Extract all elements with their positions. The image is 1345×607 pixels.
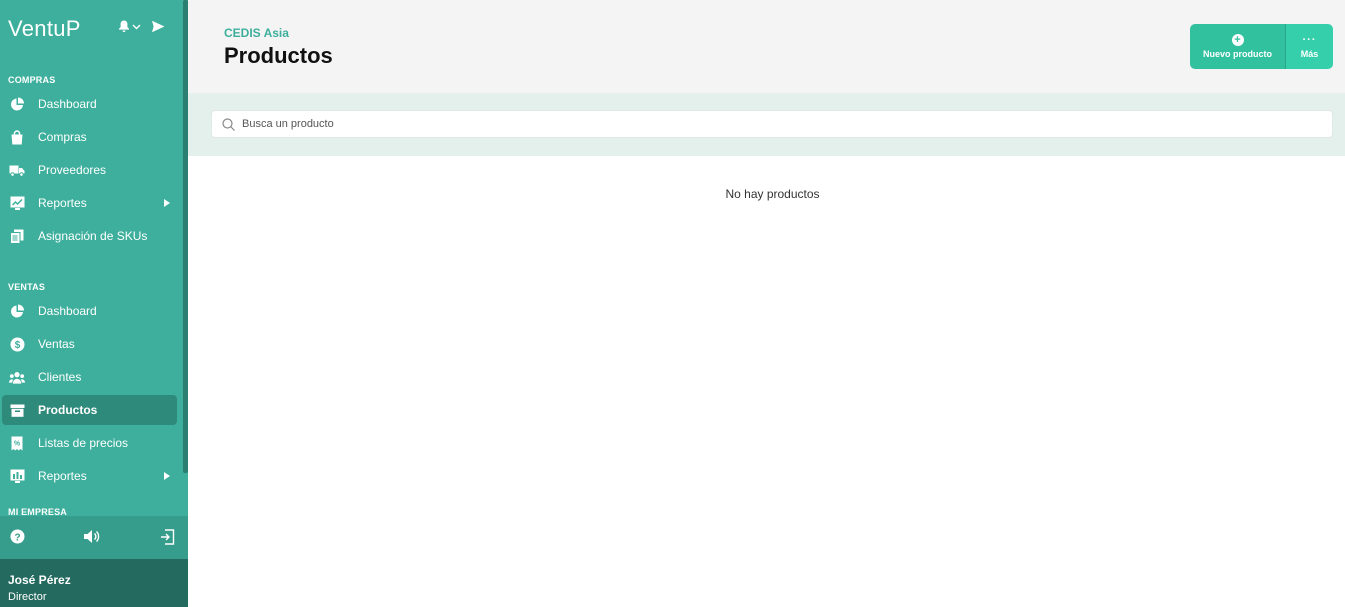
sidebar-item-label: Productos <box>38 403 98 417</box>
app-logo[interactable]: VentuP <box>8 16 81 42</box>
users-icon <box>9 369 25 385</box>
sidebar-item-ventas-reportes[interactable]: Reportes <box>2 461 177 491</box>
page-title: Productos <box>224 43 333 68</box>
submenu-arrow-icon <box>164 199 170 207</box>
search-icon <box>222 118 235 136</box>
sidebar-item-asignacion-skus[interactable]: Asignación de SKUs <box>2 221 177 251</box>
sidebar-item-label: Proveedores <box>38 163 107 177</box>
more-button[interactable]: ··· Más <box>1285 24 1333 69</box>
help-icon[interactable]: ? <box>10 529 25 549</box>
breadcrumb[interactable]: CEDIS Asia <box>224 26 289 40</box>
bell-icon <box>119 20 129 32</box>
new-product-button[interactable]: + Nuevo producto <box>1190 24 1285 69</box>
sidebar-item-label: Clientes <box>38 370 82 384</box>
sidebar-item-label: Reportes <box>38 196 87 210</box>
sidebar-item-productos[interactable]: Productos <box>2 395 177 425</box>
svg-text:%: % <box>14 440 21 447</box>
section-label-compras: COMPRAS <box>8 75 56 85</box>
sidebar-item-label: Listas de precios <box>38 436 129 450</box>
archive-box-icon <box>9 402 25 418</box>
page-header: CEDIS Asia Productos + Nuevo producto ··… <box>188 0 1345 93</box>
send-icon[interactable] <box>151 20 165 33</box>
sidebar-item-listas-precios[interactable]: % Listas de precios <box>2 428 177 458</box>
sidebar-item-label: Reportes <box>38 469 87 483</box>
sidebar-top-icons <box>118 20 165 33</box>
sidebar-item-proveedores[interactable]: Proveedores <box>2 155 177 185</box>
dollar-circle-icon: $ <box>9 336 25 352</box>
more-label: Más <box>1300 48 1319 59</box>
report-chart-icon <box>9 195 25 211</box>
chevron-down-icon <box>132 24 141 29</box>
user-name: José Pérez <box>8 573 71 587</box>
svg-text:$: $ <box>14 340 20 351</box>
search-bar-area <box>188 93 1345 156</box>
sidebar-item-clientes[interactable]: Clientes <box>2 362 177 392</box>
empty-state-message: No hay productos <box>725 187 820 201</box>
sidebar-item-compras-dashboard[interactable]: Dashboard <box>2 89 177 119</box>
notifications-button[interactable] <box>118 20 141 33</box>
sidebar-item-label: Dashboard <box>38 97 97 111</box>
pie-chart-icon <box>9 303 25 319</box>
shopping-bag-icon <box>9 129 25 145</box>
sidebar-item-compras-reportes[interactable]: Reportes <box>2 188 177 218</box>
svg-text:?: ? <box>14 532 20 543</box>
user-role: Director <box>8 591 47 603</box>
speaker-icon[interactable] <box>83 529 101 549</box>
pie-chart-icon <box>9 96 25 112</box>
ellipsis-icon: ··· <box>1302 33 1317 46</box>
search-box <box>211 110 1333 138</box>
sidebar-bottom-bar: ? <box>0 516 188 559</box>
price-list-icon: % <box>9 435 25 451</box>
sidebar-header: VentuP <box>0 0 183 60</box>
search-input[interactable] <box>242 111 1322 137</box>
truck-icon <box>9 162 25 178</box>
report-chart-icon <box>9 468 25 484</box>
sidebar-item-label: Ventas <box>38 337 75 351</box>
section-label-ventas: VENTAS <box>8 282 46 292</box>
sidebar-item-label: Asignación de SKUs <box>38 229 148 243</box>
logout-icon[interactable] <box>160 529 175 550</box>
documents-icon <box>9 228 25 244</box>
submenu-arrow-icon <box>164 472 170 480</box>
plus-circle-icon: + <box>1231 34 1244 46</box>
sidebar-item-label: Compras <box>38 130 87 144</box>
user-panel[interactable]: José Pérez Director <box>0 559 188 607</box>
header-actions: + Nuevo producto ··· Más <box>1190 24 1333 69</box>
new-product-label: Nuevo producto <box>1203 49 1272 59</box>
sidebar: VentuP COMPRAS Dashboard Compras Proveed… <box>0 0 188 607</box>
sidebar-item-label: Dashboard <box>38 304 97 318</box>
sidebar-item-compras[interactable]: Compras <box>2 122 177 152</box>
sidebar-item-ventas[interactable]: $ Ventas <box>2 329 177 359</box>
sidebar-item-ventas-dashboard[interactable]: Dashboard <box>2 296 177 326</box>
